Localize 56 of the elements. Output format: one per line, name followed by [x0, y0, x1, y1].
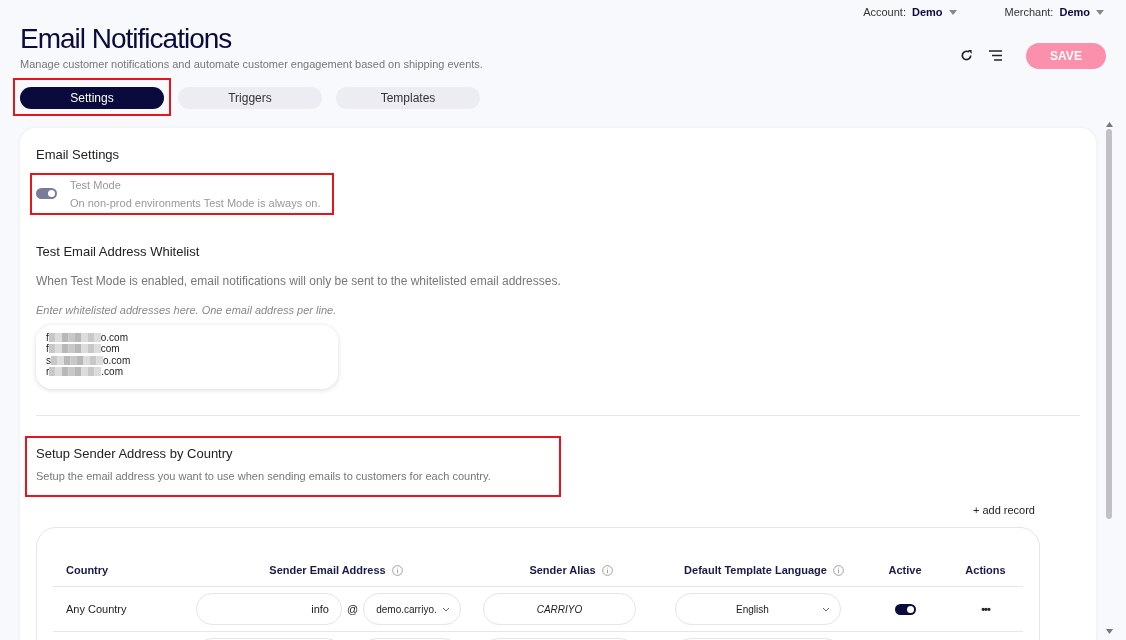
column-header: Actions — [965, 562, 1006, 578]
tab[interactable]: Triggers — [178, 87, 322, 109]
chevron-down-icon — [822, 606, 830, 612]
redaction-mosaic-icon — [48, 332, 101, 342]
whitelist-textarea[interactable]: f o.com f com s o.com r .com — [36, 324, 338, 389]
address-start: f — [46, 331, 49, 343]
address-end: .com — [101, 366, 123, 378]
at-sign: @ — [347, 601, 359, 617]
address-start: r — [46, 366, 50, 378]
address-end: o.com — [103, 354, 131, 366]
column-header: Default Template Language — [684, 562, 827, 578]
caret-icon — [948, 9, 957, 15]
address-end: o.com — [100, 331, 128, 343]
scroll-up-icon[interactable] — [1105, 122, 1113, 127]
select-value: English — [736, 602, 769, 617]
section-title: Test Email Address Whitelist — [36, 242, 201, 261]
column-header: Country — [66, 562, 109, 578]
tab[interactable]: Templates — [336, 87, 480, 109]
info-icon — [601, 564, 613, 576]
section-title: Setup Sender Address by Country — [36, 444, 234, 463]
refresh-icon[interactable] — [960, 49, 973, 62]
caret-icon — [1096, 9, 1104, 15]
toggle-label: Test Mode — [70, 177, 122, 193]
select-value: demo.carriyo. — [376, 602, 437, 617]
page-subtitle: Manage customer notifications and automate customer engagement based on shipping events. — [20, 56, 483, 72]
redaction-mosaic-icon — [51, 355, 103, 365]
column-header: Active — [888, 562, 922, 578]
info-icon — [391, 564, 403, 576]
section-title: Email Settings — [36, 146, 121, 164]
column-header: Sender Alias — [529, 562, 596, 578]
redaction-mosaic-icon — [48, 344, 101, 354]
scroll-down-icon[interactable] — [1105, 629, 1113, 634]
column-header: Sender Email Address — [269, 562, 386, 578]
chevron-down-icon — [442, 606, 451, 612]
section-description: Setup the email address you want to use when sending emails to customers for each country. — [36, 469, 492, 484]
menu-icon[interactable] — [989, 50, 1002, 61]
account-selector[interactable]: Merchant: Demo — [1004, 4, 1104, 21]
address-start: s — [46, 354, 51, 366]
page-title: Email Notifications — [20, 22, 233, 55]
add-record-link[interactable]: + add record — [972, 501, 1035, 518]
section-description: When Test Mode is enabled, email notifications will only be sent to the whitelisted email addresses. — [36, 273, 562, 290]
redaction-mosaic-icon — [49, 367, 102, 377]
tab[interactable]: Settings — [20, 87, 164, 109]
toggle-hint: On non-prod environments Test Mode is always on. — [70, 195, 321, 211]
table-cell: Any Country — [66, 602, 127, 615]
address-end: com — [100, 343, 120, 355]
selector-value: Demo — [1059, 5, 1090, 20]
field-instruction: Enter whitelisted addresses here. One email address per line. — [36, 303, 338, 318]
selector-label: Account: — [863, 5, 906, 20]
actions-menu-button[interactable]: ••• — [981, 600, 990, 618]
selector-label: Merchant: — [1004, 5, 1054, 20]
address-start: f — [46, 343, 49, 355]
info-icon — [832, 564, 844, 576]
account-selector[interactable]: Account: Demo — [863, 4, 957, 21]
selector-value: Demo — [911, 5, 943, 20]
toggle-switch[interactable] — [894, 603, 916, 615]
